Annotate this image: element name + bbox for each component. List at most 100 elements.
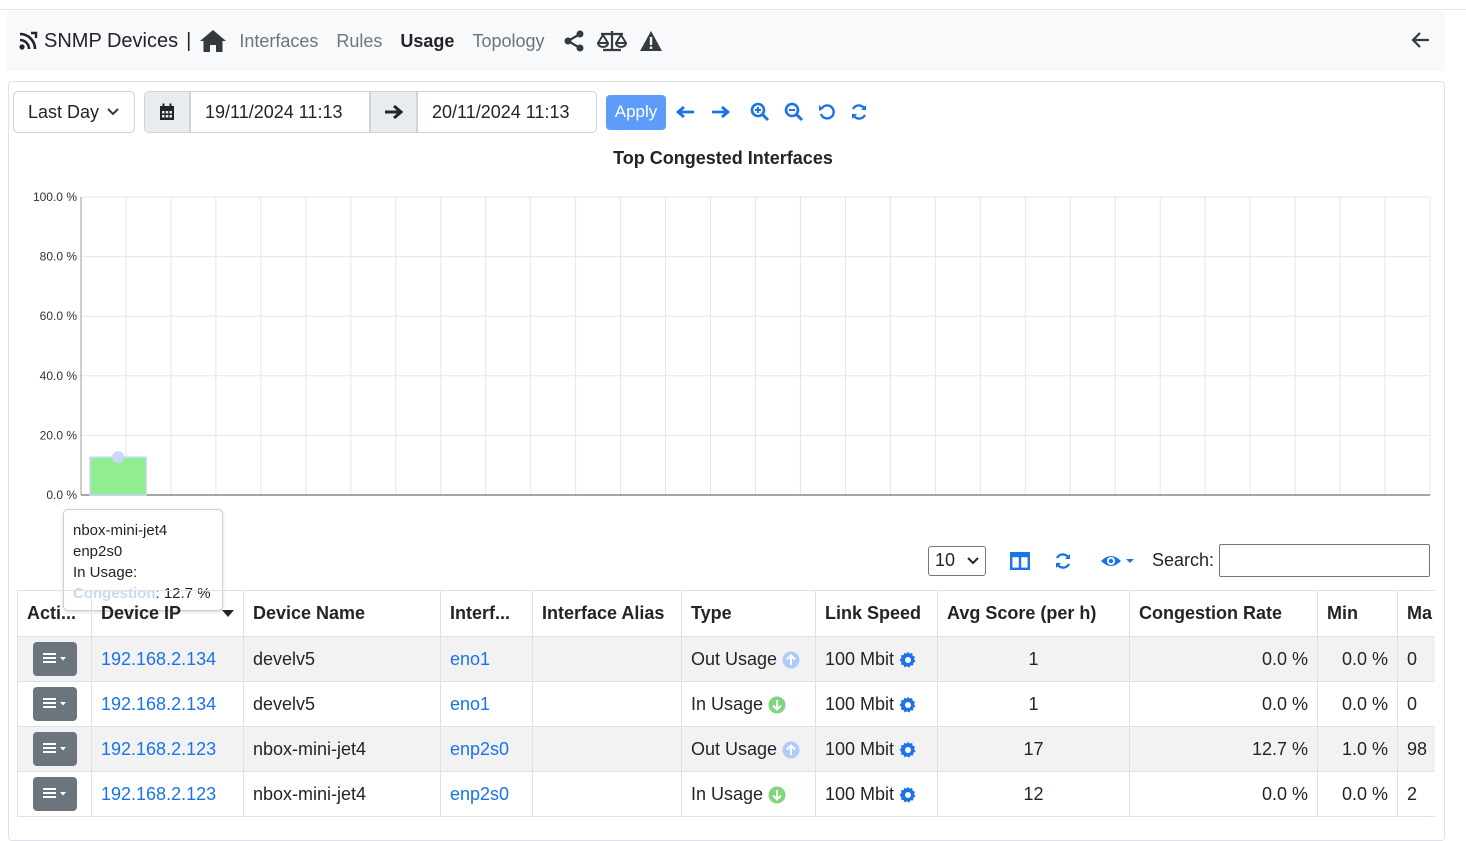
visibility-toggle-icon[interactable] <box>1100 552 1136 570</box>
brand[interactable]: SNMP Devices <box>17 30 178 53</box>
header-device-name[interactable]: Device Name <box>243 590 441 637</box>
congestion-rate: 12.7 % <box>1129 726 1318 772</box>
max-value: 98 <box>1397 726 1435 772</box>
tooltip-type-colon: : <box>133 564 138 581</box>
refresh-icon[interactable] <box>850 103 868 121</box>
header-avg-score[interactable]: Avg Score (per h) <box>937 590 1130 637</box>
y-tick-label: 40.0 % <box>40 369 78 383</box>
arrow-up-circle-icon <box>782 741 800 759</box>
header-device-ip[interactable]: Device IP <box>91 590 244 637</box>
columns-icon[interactable] <box>1010 551 1030 570</box>
header-type[interactable]: Type <box>681 590 816 637</box>
calendar-button[interactable] <box>144 91 190 133</box>
y-tick-label: 20.0 % <box>40 428 78 442</box>
avg-score: 1 <box>937 636 1130 682</box>
search-label: Search: <box>1152 550 1215 570</box>
interface-link[interactable]: enp2s0 <box>450 784 509 804</box>
header-congestion-rate[interactable]: Congestion Rate <box>1129 590 1318 637</box>
device-ip-link[interactable]: 192.168.2.134 <box>101 649 216 669</box>
back-arrow-icon[interactable] <box>1411 31 1431 54</box>
congestion-rate: 0.0 % <box>1129 771 1318 817</box>
row-actions-button[interactable] <box>33 687 77 721</box>
gear-icon[interactable] <box>899 651 917 669</box>
brand-label: SNMP Devices <box>44 29 179 52</box>
search-input[interactable] <box>1219 544 1431 577</box>
link-speed-cell: 100 Mbit <box>815 681 938 727</box>
row-actions-button[interactable] <box>33 777 77 811</box>
row-actions-button[interactable] <box>33 732 77 766</box>
home-icon[interactable] <box>199 29 227 53</box>
max-value: 2 <box>1397 771 1435 817</box>
zoom-out-icon[interactable] <box>784 102 804 122</box>
arrow-up-circle-icon <box>782 651 800 669</box>
date-from-input[interactable]: 19/11/2024 11:13 <box>190 91 370 133</box>
header-link-speed[interactable]: Link Speed <box>815 590 938 637</box>
y-tick-label: 0.0 % <box>46 488 77 502</box>
device-name: nbox-mini-jet4 <box>243 771 441 817</box>
table-refresh-icon[interactable] <box>1054 552 1072 570</box>
nav-interfaces[interactable]: Interfaces <box>239 31 318 52</box>
type-cell: In Usage <box>681 771 816 817</box>
snmp-signal-icon <box>19 31 38 50</box>
table-tools: 10 Search: <box>928 544 1431 577</box>
device-name: develv5 <box>243 681 441 727</box>
row-actions-cell <box>17 636 92 682</box>
gear-icon[interactable] <box>899 741 917 759</box>
calendar-icon <box>160 103 174 120</box>
device-name: develv5 <box>243 636 441 682</box>
interface-alias <box>532 681 682 727</box>
nav-topology[interactable]: Topology <box>472 31 544 52</box>
nav-usage[interactable]: Usage <box>400 31 454 52</box>
date-to-input[interactable]: 20/11/2024 11:13 <box>417 91 597 133</box>
min-value: 1.0 % <box>1317 726 1398 772</box>
header-max[interactable]: Ma <box>1397 590 1435 637</box>
row-actions-button[interactable] <box>33 642 77 676</box>
nav-rules[interactable]: Rules <box>336 31 382 52</box>
arrow-right-nav-icon[interactable] <box>710 105 730 119</box>
device-ip-link[interactable]: 192.168.2.134 <box>101 694 216 714</box>
device-name: nbox-mini-jet4 <box>243 726 441 772</box>
type-cell: Out Usage <box>681 636 816 682</box>
share-icon[interactable] <box>563 30 585 52</box>
min-value: 0.0 % <box>1317 636 1398 682</box>
congestion-rate: 0.0 % <box>1129 636 1318 682</box>
gear-icon[interactable] <box>899 786 917 804</box>
y-tick-label: 80.0 % <box>40 250 78 264</box>
header-interface-alias[interactable]: Interface Alias <box>532 590 682 637</box>
usage-table-container: Acti... Device IP Device Name Interf... … <box>17 590 1435 823</box>
min-value: 0.0 % <box>1317 681 1398 727</box>
header-interface[interactable]: Interf... <box>440 590 533 637</box>
type-cell: In Usage <box>681 681 816 727</box>
gear-icon[interactable] <box>899 696 917 714</box>
link-speed-cell: 100 Mbit <box>815 771 938 817</box>
header-min[interactable]: Min <box>1317 590 1398 637</box>
device-ip-link[interactable]: 192.168.2.123 <box>101 739 216 759</box>
type-cell: Out Usage <box>681 726 816 772</box>
apply-button[interactable]: Apply <box>606 94 666 130</box>
list-menu-icon <box>42 742 68 756</box>
zoom-in-icon[interactable] <box>750 102 770 122</box>
row-actions-cell <box>17 771 92 817</box>
row-actions-cell <box>17 726 92 772</box>
row-actions-cell <box>17 681 92 727</box>
interface-link[interactable]: enp2s0 <box>450 739 509 759</box>
device-ip-link[interactable]: 192.168.2.123 <box>101 784 216 804</box>
header-actions[interactable]: Acti... <box>17 590 92 637</box>
max-value: 0 <box>1397 636 1435 682</box>
type-label: Out Usage <box>691 648 778 669</box>
interface-link[interactable]: eno1 <box>450 649 490 669</box>
balance-scale-icon[interactable] <box>596 29 627 53</box>
table-row: 192.168.2.123 nbox-mini-jet4 enp2s0 In Usag… <box>17 771 1435 817</box>
header-device-ip-label: Device IP <box>101 603 182 623</box>
range-select[interactable]: Last Day <box>13 91 135 133</box>
avg-score: 17 <box>937 726 1130 772</box>
chart-title: Top Congested Interfaces <box>613 148 833 168</box>
undo-icon[interactable] <box>818 103 836 121</box>
arrow-left-icon[interactable] <box>676 105 696 119</box>
min-value: 0.0 % <box>1317 771 1398 817</box>
interface-alias <box>532 636 682 682</box>
interface-link[interactable]: eno1 <box>450 694 490 714</box>
list-menu-icon <box>42 652 68 666</box>
warning-icon[interactable] <box>639 30 663 52</box>
page-size-select[interactable]: 10 <box>928 545 986 576</box>
